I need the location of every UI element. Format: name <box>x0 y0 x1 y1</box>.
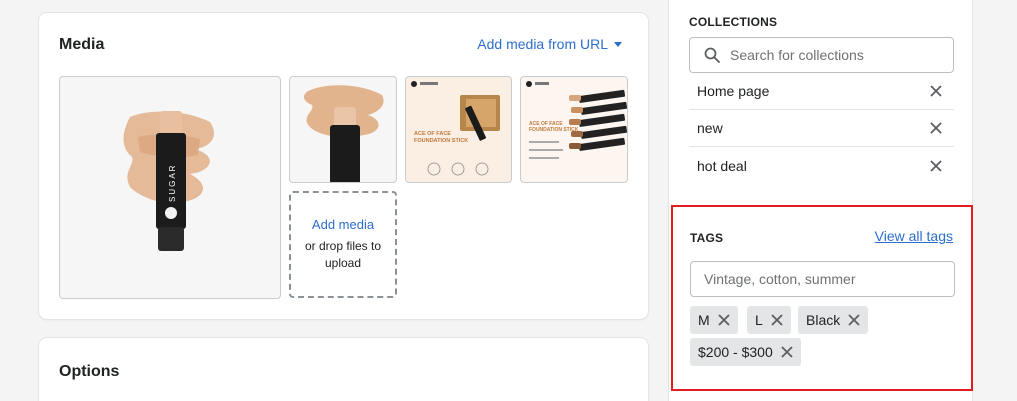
collection-label: Home page <box>697 83 770 99</box>
media-title: Media <box>59 36 105 53</box>
add-media-from-url-button[interactable]: Add media from URL <box>477 36 622 52</box>
remove-collection-icon[interactable] <box>926 118 946 138</box>
media-thumbnail-4[interactable]: ACE OF FACE FOUNDATION STICK <box>520 76 628 183</box>
collection-item: hot deal <box>689 147 954 184</box>
remove-tag-icon[interactable] <box>781 346 793 358</box>
tags-heading: TAGS <box>690 231 724 245</box>
media-thumbnail-main[interactable]: SUGAR <box>59 76 281 299</box>
media-card: Media Add media from URL SUGAR ACE OF FA… <box>39 13 648 319</box>
tag-label: M <box>698 312 710 328</box>
collections-search-input[interactable]: Search for collections <box>689 37 954 73</box>
caret-down-icon <box>614 42 622 47</box>
remove-tag-icon[interactable] <box>771 314 783 326</box>
media-thumbnail-3[interactable]: ACE OF FACE FOUNDATION STICK <box>405 76 512 183</box>
svg-text:ACE OF FACE: ACE OF FACE <box>414 131 451 137</box>
tag-label: $200 - $300 <box>698 344 773 360</box>
options-card: Options <box>39 338 648 401</box>
remove-tag-icon[interactable] <box>848 314 860 326</box>
remove-collection-icon[interactable] <box>926 81 946 101</box>
collections-search-placeholder: Search for collections <box>730 47 864 63</box>
collection-label: new <box>697 120 723 136</box>
collection-label: hot deal <box>697 157 747 174</box>
media-drop-zone[interactable]: Add media or drop files to upload <box>289 191 397 298</box>
tags-input[interactable]: Vintage, cotton, summer <box>690 261 955 297</box>
add-media-link[interactable]: Add media <box>312 217 374 232</box>
remove-tag-icon[interactable] <box>718 314 730 326</box>
tag-label: L <box>755 312 763 328</box>
foundation-stick-box-image: ACE OF FACE FOUNDATION STICK <box>411 81 500 176</box>
collections-heading: COLLECTIONS <box>689 15 778 29</box>
remove-collection-icon[interactable] <box>926 156 946 176</box>
tags-input-placeholder: Vintage, cotton, summer <box>704 271 856 287</box>
tag-label: Black <box>806 312 841 328</box>
add-media-from-url-label: Add media from URL <box>477 36 608 52</box>
tag-chip: Black <box>798 306 869 334</box>
svg-text:FOUNDATION STICK: FOUNDATION STICK <box>529 127 579 133</box>
svg-text:SUGAR: SUGAR <box>168 164 177 202</box>
foundation-stick-image: SUGAR <box>123 111 215 251</box>
svg-text:FOUNDATION STICK: FOUNDATION STICK <box>414 138 468 144</box>
drop-files-hint: or drop files to upload <box>304 239 382 270</box>
search-icon <box>704 47 720 66</box>
collection-item: new <box>689 110 954 147</box>
tag-chip: $200 - $300 <box>690 338 801 366</box>
foundation-stick-shades-image: ACE OF FACE FOUNDATION STICK <box>526 81 627 159</box>
options-title: Options <box>59 363 120 380</box>
view-all-tags-link[interactable]: View all tags <box>875 228 953 244</box>
organization-sidebar: COLLECTIONS Search for collections Home … <box>668 0 973 401</box>
foundation-stick-swatch-image <box>303 85 384 182</box>
collection-item: Home page <box>689 73 954 110</box>
media-thumbnail-2[interactable] <box>289 76 397 183</box>
tags-section: TAGS View all tags Vintage, cotton, summ… <box>671 205 973 391</box>
tag-chip: M <box>690 306 738 334</box>
tag-chip: L <box>747 306 791 334</box>
